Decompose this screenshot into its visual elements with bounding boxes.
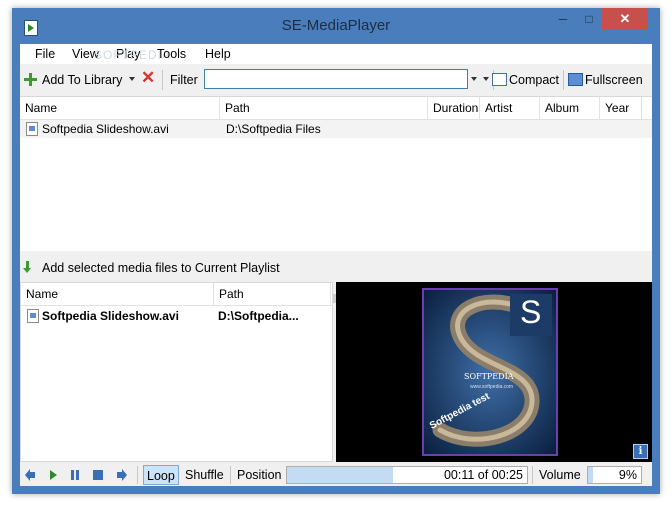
chevron-down-icon: [471, 77, 477, 81]
playlist-row[interactable]: Softpedia Slideshow.avi D:\Softpedia...: [21, 307, 332, 325]
controls-separator: [532, 466, 533, 484]
info-icon[interactable]: i: [633, 444, 648, 459]
volume-label: Volume: [539, 468, 581, 482]
volume-text: 9%: [618, 468, 637, 482]
menu-bar: File View Play SOFTPEDIA Tools Help: [20, 44, 652, 64]
controls-separator: [137, 466, 138, 484]
column-duration[interactable]: Duration: [428, 97, 480, 119]
toolbar-separator: [563, 70, 564, 90]
video-panel[interactable]: S SOFTPEDIA www.softpedia.com Softpedia …: [336, 282, 652, 462]
playback-controls: Loop Shuffle Position 00:11 of 00:25 Vol…: [20, 464, 652, 486]
logo-letter: S: [520, 294, 542, 330]
controls-separator: [230, 466, 231, 484]
position-fill: [287, 467, 393, 483]
video-caption: SOFTPEDIA: [464, 372, 514, 381]
minimize-button[interactable]: ─: [550, 8, 576, 30]
playlist-header: Name Path: [21, 283, 332, 306]
row-name: Softpedia Slideshow.avi: [42, 122, 169, 136]
filter-options-icon[interactable]: [483, 77, 489, 81]
playlist-row-path: D:\Softpedia...: [218, 309, 299, 323]
menu-file[interactable]: File: [35, 47, 55, 61]
filter-input[interactable]: [204, 69, 468, 89]
fullscreen-icon: [568, 73, 583, 86]
video-file-icon: [26, 122, 38, 136]
playlist-row-name: Softpedia Slideshow.avi: [42, 309, 179, 323]
playlist-column-name[interactable]: Name: [21, 283, 214, 305]
pause-icon[interactable]: [66, 466, 84, 484]
previous-icon[interactable]: [22, 466, 40, 484]
library-list[interactable]: Name Path Duration Artist Album Year Sof…: [20, 96, 652, 306]
menu-help[interactable]: Help: [205, 47, 231, 61]
compact-button[interactable]: Compact: [509, 73, 559, 87]
column-name[interactable]: Name: [20, 97, 220, 119]
column-year[interactable]: Year: [600, 97, 642, 119]
position-slider[interactable]: 00:11 of 00:25: [286, 466, 528, 484]
menu-tools[interactable]: Tools: [157, 47, 186, 61]
video-file-icon: [27, 309, 39, 323]
shuffle-toggle[interactable]: Shuffle: [182, 465, 227, 485]
toolbar: Add To Library ✕ Filter Compact Fullscre…: [20, 66, 652, 94]
column-path[interactable]: Path: [220, 97, 428, 119]
loop-toggle[interactable]: Loop: [143, 465, 179, 485]
position-label: Position: [237, 468, 282, 482]
down-arrow-icon: [23, 261, 31, 273]
table-row[interactable]: Softpedia Slideshow.avi D:\Softpedia Fil…: [20, 120, 652, 138]
add-icon: [24, 73, 37, 86]
playlist[interactable]: Name Path Softpedia Slideshow.avi D:\Sof…: [20, 282, 333, 462]
add-selected-bar[interactable]: Add selected media files to Current Play…: [20, 255, 652, 281]
video-caption-url: www.softpedia.com: [470, 384, 514, 390]
fullscreen-button[interactable]: Fullscreen: [585, 73, 643, 87]
filter-label: Filter: [170, 73, 198, 87]
toolbar-separator: [162, 70, 163, 90]
row-path: D:\Softpedia Files: [226, 122, 321, 136]
column-artist[interactable]: Artist: [480, 97, 540, 119]
filter-dropdown[interactable]: [468, 69, 480, 89]
remove-icon[interactable]: ✕: [141, 68, 155, 88]
maximize-button[interactable]: □: [576, 8, 602, 30]
client-area: File View Play SOFTPEDIA Tools Help Add …: [20, 44, 652, 486]
add-to-library-button[interactable]: Add To Library: [42, 73, 122, 87]
video-frame: S SOFTPEDIA www.softpedia.com Softpedia …: [422, 288, 558, 456]
app-window: SE-MediaPlayer ─ □ ✕ File View Play SOFT…: [12, 8, 660, 494]
volume-slider[interactable]: 9%: [587, 466, 642, 484]
add-dropdown-icon[interactable]: [129, 77, 135, 81]
volume-fill: [588, 467, 593, 483]
close-button[interactable]: ✕: [602, 8, 648, 30]
title-bar[interactable]: SE-MediaPlayer ─ □ ✕: [12, 8, 660, 44]
compact-icon: [492, 73, 507, 86]
add-selected-button[interactable]: Add selected media files to Current Play…: [42, 261, 280, 275]
column-album[interactable]: Album: [540, 97, 600, 119]
next-icon[interactable]: [112, 466, 130, 484]
library-header: Name Path Duration Artist Album Year: [20, 97, 652, 120]
stop-icon[interactable]: [89, 466, 107, 484]
play-icon[interactable]: [44, 466, 62, 484]
position-text: 00:11 of 00:25: [443, 468, 523, 482]
playlist-column-path[interactable]: Path: [214, 283, 331, 305]
